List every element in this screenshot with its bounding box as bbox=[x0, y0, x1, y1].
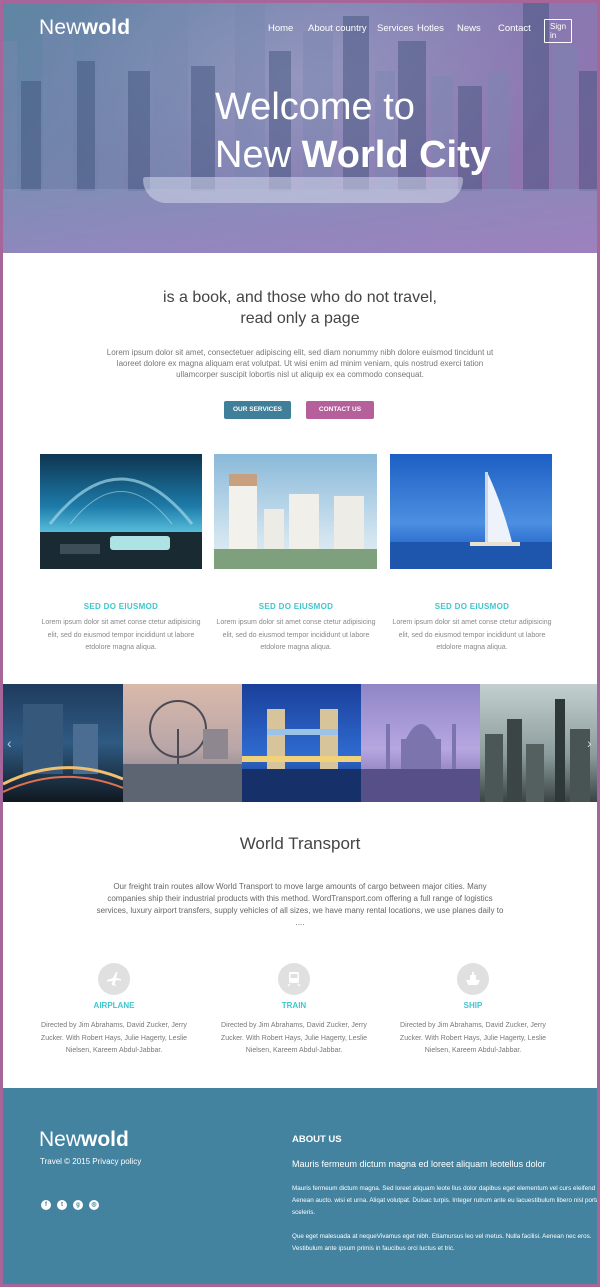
transport-title-ship: SHIP bbox=[463, 1001, 483, 1010]
about-us-subtitle: Mauris fermeum dictum magna ed loreet al… bbox=[292, 1159, 546, 1169]
facebook-icon[interactable]: f bbox=[41, 1200, 51, 1210]
hero-title: Welcome to New World City bbox=[215, 83, 491, 179]
feature-title-1: SED DO EIUSMOD bbox=[83, 602, 159, 611]
intro-text: Lorem ipsum dolor sit amet, consectetuer… bbox=[106, 348, 494, 379]
about-us-paragraph-2: Que eget malesuada at nequeVivamus eget … bbox=[292, 1233, 592, 1252]
footer: Newwold Travel © 2015 Privacy policy f t… bbox=[3, 1088, 597, 1284]
nav-home[interactable]: Home bbox=[268, 23, 293, 34]
hero-banner: Newwold Home About country Services Hotl… bbox=[3, 3, 597, 253]
transport-title: World Transport bbox=[239, 834, 361, 853]
gallery-next-arrow[interactable]: › bbox=[587, 735, 592, 751]
feature-text-1: Lorem ipsum dolor sit amet conse ctetur … bbox=[41, 619, 201, 651]
hero-title-line1: Welcome to bbox=[215, 86, 415, 128]
gallery-image-tower-bridge[interactable] bbox=[242, 684, 361, 802]
resort-tower-illustration bbox=[214, 474, 377, 569]
feature-text-3: Lorem ipsum dolor sit amet conse ctetur … bbox=[392, 619, 552, 651]
nav-hotles[interactable]: Hotles bbox=[417, 23, 444, 34]
nav-services[interactable]: Services bbox=[377, 23, 413, 34]
footer-logo[interactable]: Newwold bbox=[39, 1128, 129, 1152]
gallery-image-new-york[interactable] bbox=[480, 684, 597, 802]
airplane-icon bbox=[98, 963, 130, 995]
contact-us-button[interactable]: CONTACT US bbox=[306, 401, 374, 419]
transport-title-train: TRAIN bbox=[281, 1001, 307, 1010]
our-services-button[interactable]: OUR SERVICES bbox=[224, 401, 291, 419]
page: Newwold Home About country Services Hotl… bbox=[3, 3, 597, 1284]
about-us-title: ABOUT US bbox=[292, 1134, 342, 1145]
about-us-paragraph-1: Mauris fermeum dictum magna. Sed loreet … bbox=[292, 1185, 597, 1216]
intro-heading-line2: read only a page bbox=[240, 310, 360, 327]
feature-text-2: Lorem ipsum dolor sit amet conse ctetur … bbox=[216, 619, 376, 651]
hero-cruise-ship bbox=[143, 177, 463, 203]
nav-contact[interactable]: Contact bbox=[498, 23, 531, 34]
feature-image-burj-al-arab bbox=[390, 454, 552, 569]
intro-heading-line1: is a book, and those who do not travel, bbox=[163, 289, 437, 306]
gallery-image-taj-mahal[interactable] bbox=[361, 684, 480, 802]
signin-button[interactable]: Sign in bbox=[544, 19, 573, 43]
feature-title-3: SED DO EIUSMOD bbox=[434, 602, 510, 611]
instagram-icon[interactable]: ◎ bbox=[89, 1200, 99, 1210]
feature-image-aquarium-room bbox=[40, 454, 202, 569]
transport-text: Our freight train routes allow World Tra… bbox=[96, 882, 504, 927]
transport-title-airplane: AIRPLANE bbox=[93, 1001, 135, 1010]
photo-gallery: ‹ › bbox=[3, 684, 597, 802]
gallery-image-london-eye[interactable] bbox=[123, 684, 242, 802]
transport-text-airplane: Directed by Jim Abrahams, David Zucker, … bbox=[40, 1022, 188, 1054]
hero-title-line2: New World City bbox=[215, 134, 491, 176]
brand-logo[interactable]: Newwold bbox=[39, 16, 130, 40]
aquarium-room-illustration bbox=[40, 477, 202, 569]
gallery-image-night-city[interactable] bbox=[3, 684, 123, 802]
burj-al-arab-illustration bbox=[390, 472, 552, 569]
train-icon bbox=[278, 963, 310, 995]
gallery-prev-arrow[interactable]: ‹ bbox=[7, 735, 12, 751]
transport-text-ship: Directed by Jim Abrahams, David Zucker, … bbox=[399, 1022, 547, 1054]
google-plus-icon[interactable]: g bbox=[73, 1200, 83, 1210]
nav-news[interactable]: News bbox=[457, 23, 481, 34]
feature-image-resort-tower bbox=[214, 454, 377, 569]
twitter-icon[interactable]: t bbox=[57, 1200, 67, 1210]
transport-text-train: Directed by Jim Abrahams, David Zucker, … bbox=[220, 1022, 368, 1054]
feature-title-2: SED DO EIUSMOD bbox=[258, 602, 334, 611]
footer-copyright: Travel © 2015 Privacy policy bbox=[40, 1157, 142, 1166]
ship-icon bbox=[457, 963, 489, 995]
nav-about-country[interactable]: About country bbox=[308, 23, 367, 34]
